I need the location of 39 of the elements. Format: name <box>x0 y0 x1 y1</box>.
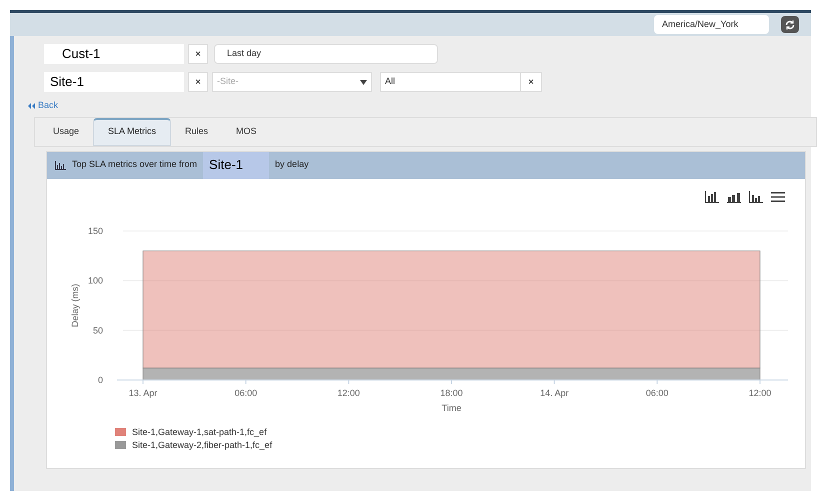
path-field[interactable]: All <box>381 73 521 91</box>
legend-item[interactable]: Site-1,Gateway-1,sat-path-1,fc_ef <box>115 426 267 436</box>
tab[interactable]: Usage <box>39 118 94 146</box>
site-field[interactable]: Site-1 <box>44 72 184 92</box>
timezone-field[interactable]: America/New_York <box>654 15 769 34</box>
x-tick-label: 14. Apr <box>540 388 569 398</box>
refresh-icon[interactable] <box>781 16 799 33</box>
tab[interactable]: Rules <box>171 118 222 146</box>
y-tick-label: 0 <box>98 374 103 384</box>
customer-field[interactable]: Cust-1 <box>44 44 184 64</box>
clear-button[interactable]: × <box>188 72 208 92</box>
menu-icon[interactable] <box>771 190 785 202</box>
tab[interactable]: MOS <box>222 118 271 146</box>
x-tick-label: 06:00 <box>234 388 258 398</box>
bar-chart-icon[interactable] <box>749 190 763 202</box>
x-axis-title: Time <box>442 402 462 412</box>
clear-button[interactable]: × <box>188 44 208 64</box>
y-tick-label: 50 <box>92 324 103 335</box>
x-tick-label: 06:00 <box>646 388 668 398</box>
x-tick-label: 12:00 <box>337 388 360 398</box>
bar-chart-icon <box>55 160 66 170</box>
double-chevron-icon <box>28 102 35 109</box>
site-name: Site-1 <box>203 152 270 178</box>
tab[interactable]: SLA Metrics <box>93 118 172 146</box>
panel-title: Top SLA metrics over time from <box>72 158 198 172</box>
y-axis-title: Delay (ms) <box>70 283 80 327</box>
legend-item[interactable]: Site-1,Gateway-2,fiber-path-1,fc_ef <box>115 440 272 450</box>
x-tick-label: 12:00 <box>748 388 772 398</box>
bar-chart-icon[interactable] <box>705 190 719 202</box>
period-field[interactable]: Last day <box>214 44 438 64</box>
back-link[interactable]: Back <box>28 99 58 112</box>
clear-button[interactable]: × <box>521 73 541 91</box>
bar-chart-icon[interactable] <box>727 190 741 202</box>
y-tick-label: 150 <box>88 226 103 236</box>
caret-icon <box>360 80 367 84</box>
y-tick-label: 100 <box>88 275 103 286</box>
x-tick-label: 18:00 <box>440 388 463 398</box>
panel-title-suffix: by delay <box>275 158 309 172</box>
x-tick-label: 13. Apr <box>128 388 158 398</box>
